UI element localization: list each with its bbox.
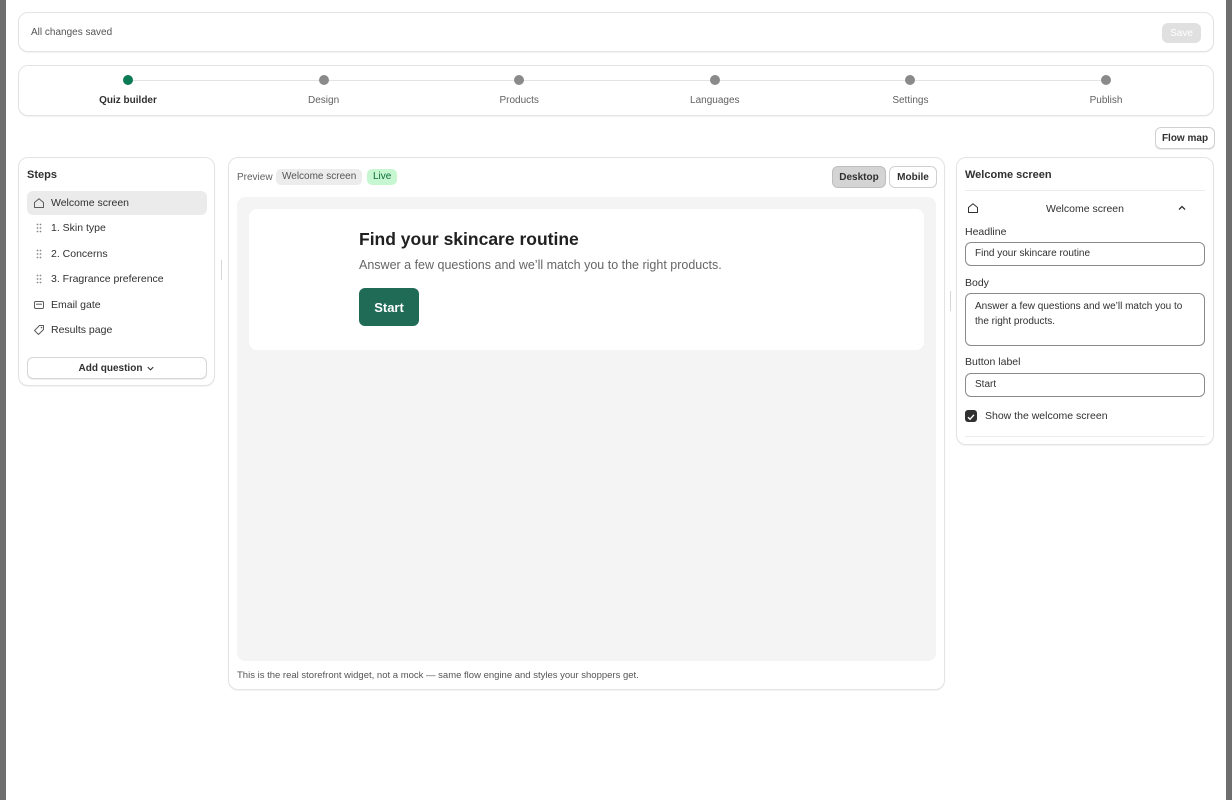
step-design[interactable]: Design [264, 74, 384, 106]
body-textarea[interactable]: Answer a few questions and we’ll match y… [965, 293, 1205, 346]
step-item-label: Results page [51, 323, 113, 336]
step-item-welcome-screen[interactable]: Welcome screen [27, 191, 207, 215]
email-icon [34, 300, 44, 309]
button-label-input[interactable]: Start [965, 373, 1205, 397]
step-label: Languages [690, 95, 740, 106]
step-dot [905, 75, 916, 85]
headline-input[interactable]: Find your skincare routine [965, 242, 1205, 266]
step-item-label: 2. Concerns [51, 247, 108, 260]
mobile-toggle[interactable]: Mobile [889, 166, 937, 188]
steps-title: Steps [27, 169, 57, 181]
body-label: Body [965, 277, 989, 289]
step-dot [1101, 75, 1111, 85]
step-dot [318, 75, 329, 85]
step-dot [514, 75, 525, 85]
preview-panel: Preview Welcome screen Live Desktop Mobi… [228, 157, 945, 690]
chevron-down-icon [147, 366, 155, 371]
step-item-concerns[interactable]: 2. Concerns [27, 242, 207, 266]
preview-label: Preview [237, 172, 273, 183]
step-label: Design [308, 95, 340, 106]
add-question-button[interactable]: Add question [27, 357, 207, 379]
checkmark-icon [967, 414, 975, 421]
progress-stepper: Quiz builder Design Products Languages S… [18, 65, 1214, 116]
step-dot-active [123, 75, 133, 85]
step-item-label: Email gate [51, 298, 101, 311]
section-title: Welcome screen [1045, 203, 1124, 215]
step-item-results-page[interactable]: Results page [27, 318, 207, 342]
drag-handle-icon[interactable] [33, 273, 45, 285]
button-label-label: Button label [965, 356, 1021, 368]
step-settings[interactable]: Settings [850, 74, 970, 106]
widget-start-button[interactable]: Start [359, 288, 419, 326]
screen-chip: Welcome screen [276, 169, 363, 185]
show-welcome-checkbox[interactable] [965, 410, 977, 422]
save-status: All changes saved [31, 27, 113, 38]
step-languages[interactable]: Languages [655, 74, 775, 106]
drag-handle-icon[interactable] [33, 248, 45, 260]
step-item-label: 3. Fragrance preference [51, 273, 164, 286]
settings-panel: Welcome screen Welcome screen Headline F… [956, 157, 1214, 445]
widget-headline: Find your skincare routine [359, 229, 579, 249]
step-label: Products [499, 95, 539, 106]
step-item-fragrance-preference[interactable]: 3. Fragrance preference [27, 267, 207, 291]
add-question-label: Add question [78, 362, 143, 374]
preview-canvas: Find your skincare routine Answer a few … [237, 197, 936, 661]
step-label: Quiz builder [99, 95, 157, 106]
tag-icon [34, 324, 44, 335]
desktop-toggle[interactable]: Desktop [832, 166, 886, 188]
save-bar: All changes saved Save [18, 12, 1214, 52]
preview-note: This is the real storefront widget, not … [237, 670, 639, 681]
home-icon [34, 198, 44, 208]
flow-map-button[interactable]: Flow map [1155, 127, 1215, 149]
headline-label: Headline [965, 226, 1007, 238]
show-welcome-label: Show the welcome screen [985, 410, 1108, 422]
drag-handle-icon[interactable] [33, 222, 45, 234]
step-item-email-gate[interactable]: Email gate [27, 293, 207, 317]
divider [965, 190, 1205, 191]
resize-handle-left[interactable] [221, 260, 222, 280]
step-dot [709, 75, 720, 85]
step-item-skin-type[interactable]: 1. Skin type [27, 216, 207, 240]
step-quiz-builder[interactable]: Quiz builder [68, 74, 188, 106]
step-publish[interactable]: Publish [1046, 74, 1166, 106]
storefront-widget: Find your skincare routine Answer a few … [249, 209, 924, 350]
step-label: Settings [892, 95, 929, 106]
step-item-label: Welcome screen [51, 197, 130, 209]
settings-title: Welcome screen [965, 169, 1052, 181]
steps-panel: Steps Welcome screen 1. Skin type 2. Con… [18, 157, 215, 386]
section-header-welcome-screen[interactable]: Welcome screen [965, 200, 1205, 218]
app-page: All changes saved Save Quiz builder Desi… [6, 0, 1226, 800]
step-item-label: 1. Skin type [51, 222, 106, 235]
live-badge: Live [367, 169, 398, 185]
chevron-up-icon[interactable] [1177, 203, 1187, 213]
step-products[interactable]: Products [459, 74, 579, 106]
step-label: Publish [1089, 95, 1123, 106]
steps-list: Welcome screen 1. Skin type 2. Concerns … [27, 191, 207, 343]
save-button[interactable]: Save [1162, 23, 1201, 43]
divider [965, 436, 1205, 437]
resize-handle-right[interactable] [950, 291, 951, 311]
widget-body: Answer a few questions and we’ll match y… [359, 258, 722, 272]
